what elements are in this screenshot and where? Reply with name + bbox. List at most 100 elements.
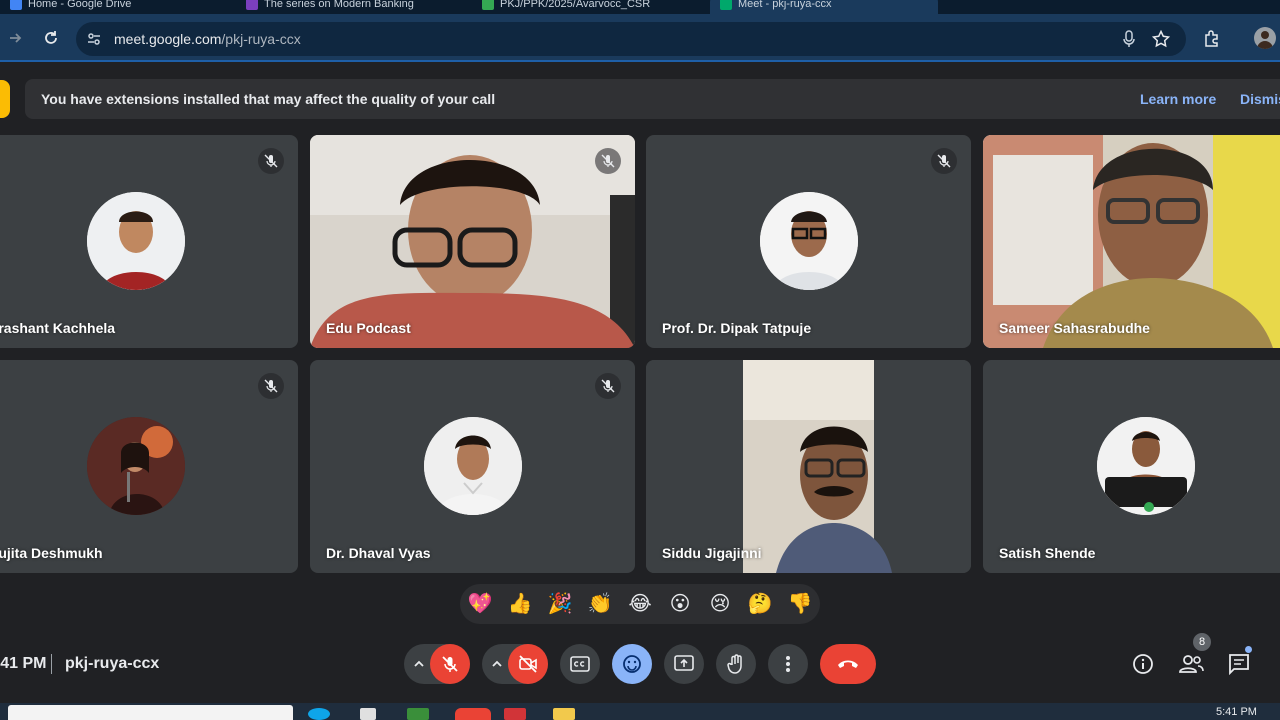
people-button[interactable] xyxy=(1177,650,1205,678)
mic-off-icon xyxy=(595,148,621,174)
address-bar[interactable]: meet.google.com/pkj-ruya-ccx xyxy=(76,22,1186,56)
tab-meet[interactable]: Meet - pkj-ruya-ccx xyxy=(710,0,938,14)
captions-button[interactable] xyxy=(560,644,600,684)
forward-icon[interactable] xyxy=(4,26,28,50)
reactions-bar: 💖 👍 🎉 👏 😂 😮 😢 🤔 👎 xyxy=(460,584,820,624)
taskbar-clock: 5:41 PM xyxy=(1216,706,1257,718)
participant-tile-sujita[interactable]: Sujita Deshmukh xyxy=(0,360,298,573)
extensions-icon[interactable] xyxy=(1200,26,1224,50)
reaction-laugh-button[interactable]: 😂 xyxy=(625,590,655,618)
taskbar-search[interactable] xyxy=(8,705,293,720)
meeting-code: pkj-ruya-ccx xyxy=(65,655,160,672)
chevron-up-icon[interactable] xyxy=(411,656,427,672)
participant-name: Dr. Dhaval Vyas xyxy=(326,545,431,561)
participant-tile-satish[interactable]: Satish Shende xyxy=(983,360,1280,573)
more-options-button[interactable] xyxy=(768,644,808,684)
avatar xyxy=(86,192,185,290)
camera-toggle-button[interactable] xyxy=(508,644,548,684)
chrome-icon[interactable] xyxy=(455,708,491,720)
site-icon xyxy=(246,0,258,10)
present-icon xyxy=(674,655,694,671)
tab-title: Home - Google Drive xyxy=(28,0,132,10)
avatar xyxy=(759,192,858,290)
participant-name: Siddu Jigajinni xyxy=(662,545,762,561)
microphone-icon[interactable] xyxy=(1121,30,1137,53)
reaction-sad-button[interactable]: 😢 xyxy=(705,590,735,618)
reaction-thumbs-down-button[interactable]: 👎 xyxy=(785,590,815,618)
tab-google-drive[interactable]: Home - Google Drive xyxy=(0,0,230,14)
mic-off-icon xyxy=(595,373,621,399)
info-icon xyxy=(1133,654,1153,674)
participant-tile-prashant[interactable]: Prashant Kachhela xyxy=(0,135,298,348)
mic-off-icon xyxy=(258,148,284,174)
file-icon[interactable] xyxy=(360,708,376,720)
participant-video xyxy=(310,135,635,348)
tab-document[interactable]: PKJ/PPK/2025/Avarvocc_CSR xyxy=(472,0,702,14)
mic-off-icon xyxy=(442,656,458,672)
people-icon xyxy=(1179,655,1204,673)
people-count-badge: 8 xyxy=(1193,633,1211,651)
hand-icon xyxy=(727,654,742,674)
reaction-thumbs-up-button[interactable]: 👍 xyxy=(505,590,535,618)
bookmark-star-icon[interactable] xyxy=(1151,29,1171,53)
edge-icon[interactable] xyxy=(308,708,330,720)
banner-message: You have extensions installed that may a… xyxy=(41,91,496,107)
participant-tile-siddu[interactable]: Siddu Jigajinni xyxy=(646,360,971,573)
reaction-heart-button[interactable]: 💖 xyxy=(465,590,495,618)
tab-title: Meet - pkj-ruya-ccx xyxy=(738,0,832,10)
hang-up-icon xyxy=(838,660,858,668)
tab-title: PKJ/PPK/2025/Avarvocc_CSR xyxy=(500,0,651,10)
folder-icon[interactable] xyxy=(553,708,575,720)
profile-avatar[interactable] xyxy=(1254,27,1276,49)
mic-off-icon xyxy=(258,373,284,399)
participant-tile-edu-podcast[interactable]: Edu Podcast xyxy=(310,135,635,348)
warning-indicator xyxy=(0,80,10,118)
participant-tile-dipak[interactable]: Prof. Dr. Dipak Tatpuje xyxy=(646,135,971,348)
browser-tabstrip: Home - Google Drive The series on Modern… xyxy=(0,0,1280,14)
participant-tile-dhaval[interactable]: Dr. Dhaval Vyas xyxy=(310,360,635,573)
chat-icon xyxy=(1229,654,1249,675)
meet-icon xyxy=(720,0,732,10)
participant-name: Edu Podcast xyxy=(326,320,411,336)
meeting-details-button[interactable] xyxy=(1129,650,1157,678)
participant-name: Prashant Kachhela xyxy=(0,320,116,336)
camera-off-icon xyxy=(519,655,537,673)
leave-call-button[interactable] xyxy=(820,644,876,684)
reload-icon[interactable] xyxy=(39,26,63,50)
reactions-button[interactable] xyxy=(612,644,652,684)
mic-toggle-button[interactable] xyxy=(430,644,470,684)
chevron-up-icon[interactable] xyxy=(489,656,505,672)
captions-icon xyxy=(570,656,590,672)
reaction-party-button[interactable]: 🎉 xyxy=(545,590,575,618)
chat-button[interactable] xyxy=(1225,650,1253,678)
site-info-icon[interactable] xyxy=(86,31,102,52)
chat-notification-dot xyxy=(1245,646,1252,653)
avatar xyxy=(86,417,185,515)
mic-off-icon xyxy=(931,148,957,174)
avatar xyxy=(423,417,522,515)
browser-toolbar: meet.google.com/pkj-ruya-ccx xyxy=(0,14,1280,62)
participant-name: Prof. Dr. Dipak Tatpuje xyxy=(662,320,812,336)
reaction-surprised-button[interactable]: 😮 xyxy=(665,590,695,618)
participant-name: Sujita Deshmukh xyxy=(0,545,103,561)
present-screen-button[interactable] xyxy=(664,644,704,684)
raise-hand-button[interactable] xyxy=(716,644,756,684)
office-icon[interactable] xyxy=(504,708,526,720)
tab-modern-banking[interactable]: The series on Modern Banking xyxy=(236,0,466,14)
drive-icon xyxy=(10,0,22,10)
extensions-warning-banner: You have extensions installed that may a… xyxy=(25,79,1280,119)
reaction-clap-button[interactable]: 👏 xyxy=(585,590,615,618)
avatar xyxy=(1096,417,1195,515)
tab-title: The series on Modern Banking xyxy=(264,0,414,10)
emoji-icon xyxy=(623,655,641,673)
dismiss-button[interactable]: Dismiss xyxy=(1240,91,1280,107)
notepad-icon[interactable] xyxy=(407,708,429,720)
more-vert-icon xyxy=(786,656,790,672)
meeting-time: 5:41 PM xyxy=(0,655,47,672)
reaction-thinking-button[interactable]: 🤔 xyxy=(745,590,775,618)
separator xyxy=(51,654,52,674)
participant-name: Sameer Sahasrabudhe xyxy=(999,320,1150,336)
learn-more-link[interactable]: Learn more xyxy=(1140,91,1216,107)
participant-tile-sameer[interactable]: Sameer Sahasrabudhe xyxy=(983,135,1280,348)
participant-name: Satish Shende xyxy=(999,545,1096,561)
